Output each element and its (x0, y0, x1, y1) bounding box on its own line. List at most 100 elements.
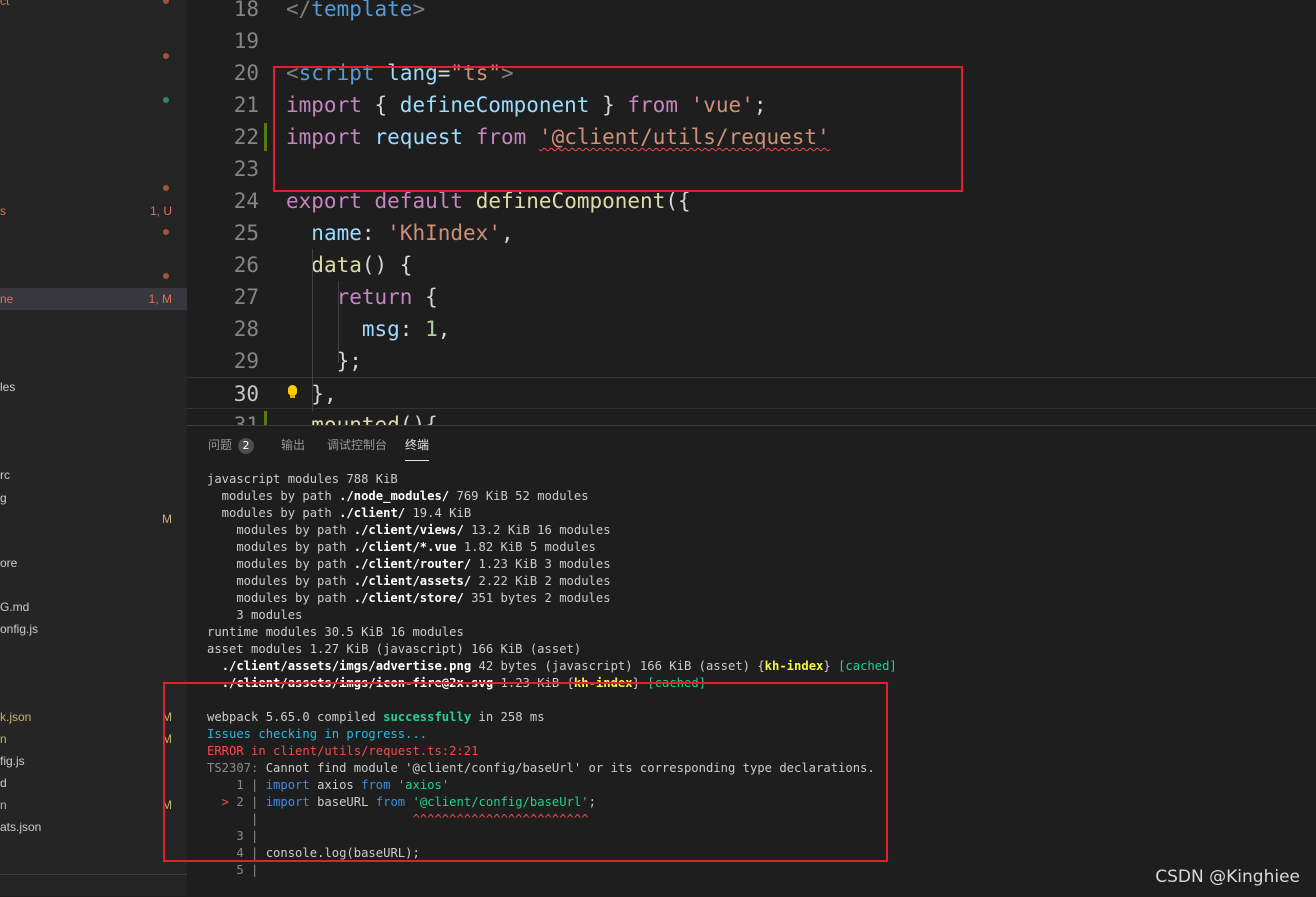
code-line[interactable]: 18 </template> (187, 0, 1316, 25)
code-line[interactable]: 25 name: 'KhIndex', (187, 217, 1316, 249)
explorer-item[interactable]: k.json M (0, 706, 187, 728)
indent-guide (338, 281, 339, 363)
line-number: 31 (233, 413, 259, 425)
code-token: ({ (665, 189, 691, 213)
code-token: , (500, 221, 514, 245)
problems-count-badge: 2 (238, 438, 255, 454)
code-token: data (311, 253, 362, 277)
panel-tab-label: 调试控制台 (327, 438, 388, 452)
explorer-item[interactable]: les (0, 376, 187, 398)
terminal-text: 1.23 KiB 3 modules (471, 557, 611, 571)
explorer-item[interactable]: ne 1, M (0, 288, 187, 310)
explorer-item[interactable]: ats.json (0, 816, 187, 838)
terminal-text: ./client/assets/ (353, 574, 472, 588)
explorer-item[interactable]: M (0, 508, 187, 530)
explorer-item-label: n (0, 732, 7, 746)
explorer-item[interactable]: onfig.js (0, 618, 187, 640)
explorer-item[interactable] (0, 89, 187, 111)
explorer-item[interactable]: s 1, U (0, 200, 187, 222)
code-text: name: 'KhIndex', (286, 217, 514, 249)
terminal-text: 19.4 KiB (405, 506, 472, 520)
git-status-badge: 1, U (149, 204, 172, 218)
explorer-item[interactable]: rc (0, 464, 187, 486)
git-status-badge: M (162, 512, 172, 526)
explorer-item[interactable] (0, 265, 187, 287)
terminal-text: ./client/*.vue (353, 540, 457, 554)
code-line[interactable]: 30 }, (187, 377, 1316, 409)
terminal-text: 5 | (207, 863, 259, 877)
modified-dot-icon (163, 229, 169, 235)
code-line[interactable]: 29 }; (187, 345, 1316, 377)
terminal-text: modules by path (207, 506, 340, 520)
panel-tab[interactable]: 输出 (281, 436, 305, 460)
code-token: msg (361, 317, 400, 341)
explorer-item[interactable]: G.md (0, 596, 187, 618)
explorer-item[interactable]: g (0, 487, 187, 509)
terminal-line: javascript modules 788 KiB (207, 471, 398, 488)
explorer-item-label: onfig.js (0, 622, 39, 636)
code-token: }; (336, 349, 362, 373)
explorer-item-label: n (0, 798, 7, 812)
modified-dot-icon (163, 97, 169, 103)
terminal-text: modules by path (207, 557, 354, 571)
terminal-text: } (823, 659, 839, 673)
panel-tab[interactable]: 问题 2 (208, 436, 255, 460)
terminal-text: 769 KiB 52 modules (449, 489, 589, 503)
explorer-item[interactable]: nM (0, 794, 187, 816)
code-line[interactable]: 27 return { (187, 281, 1316, 313)
code-token: defineComponent (475, 189, 666, 213)
explorer-item[interactable]: ore (0, 552, 187, 574)
terminal-line: ./client/assets/imgs/advertise.png 42 by… (207, 658, 897, 675)
terminal-line: 3 modules (207, 607, 302, 624)
line-number: 23 (233, 157, 259, 181)
explorer-item-label: ne (0, 292, 14, 306)
line-number: 22 (233, 125, 259, 149)
terminal-line: runtime modules 30.5 KiB 16 modules (207, 624, 464, 641)
terminal-text: ./node_modules/ (339, 489, 450, 503)
code-token: () { (361, 253, 413, 277)
explorer-item-label: les (0, 380, 16, 394)
git-change-marker (264, 123, 267, 151)
code-line[interactable]: 28 msg: 1, (187, 313, 1316, 345)
explorer-item-label: d (0, 776, 7, 790)
code-text: mounted(){ (286, 409, 437, 425)
code-token: default (374, 189, 464, 213)
code-token: : (361, 221, 388, 245)
explorer-item[interactable] (0, 221, 187, 243)
panel-tab-label: 问题 (208, 438, 233, 452)
terminal-line: modules by path ./client/router/ 1.23 Ki… (207, 556, 611, 573)
git-change-marker (264, 411, 267, 425)
panel-tab[interactable]: 调试控制台 (327, 436, 387, 460)
terminal-text: ./client/views/ (353, 523, 464, 537)
explorer-item[interactable] (0, 45, 187, 67)
explorer-item[interactable]: fig.js (0, 750, 187, 772)
line-number: 20 (233, 61, 259, 85)
explorer-item-label: g (0, 491, 7, 505)
terminal-text: modules by path (207, 523, 354, 537)
explorer-item[interactable]: d (0, 772, 187, 794)
line-number: 25 (233, 221, 259, 245)
code-line[interactable]: 26 data() { (187, 249, 1316, 281)
terminal-text: [cached] (838, 659, 897, 673)
terminal-text: runtime modules 30.5 KiB 16 modules (207, 625, 464, 639)
line-number: 24 (233, 189, 259, 213)
terminal-text: modules by path (207, 540, 354, 554)
code-line[interactable]: 19 (187, 25, 1316, 57)
code-text: data() { (286, 249, 412, 281)
code-token: 1 (425, 317, 438, 341)
code-token: return (336, 285, 413, 309)
explorer-item[interactable] (0, 177, 187, 199)
explorer-item[interactable]: nM (0, 728, 187, 750)
code-editor[interactable]: 18 </template> 19 20 <script lang="ts"> 21 imp… (187, 0, 1316, 425)
code-line[interactable]: 31 mounted(){ (187, 409, 1316, 425)
panel-tab-label: 输出 (281, 438, 306, 452)
explorer-item[interactable]: ct (0, 0, 187, 12)
explorer-sidebar: ct s 1, U ne 1, M les rc g More G.md onfig.js k.jso… (0, 0, 187, 896)
line-number: 18 (233, 0, 259, 21)
panel-tab[interactable]: 终端 (405, 436, 430, 461)
terminal-text: ./client/assets/imgs/advertise.png (221, 659, 472, 673)
